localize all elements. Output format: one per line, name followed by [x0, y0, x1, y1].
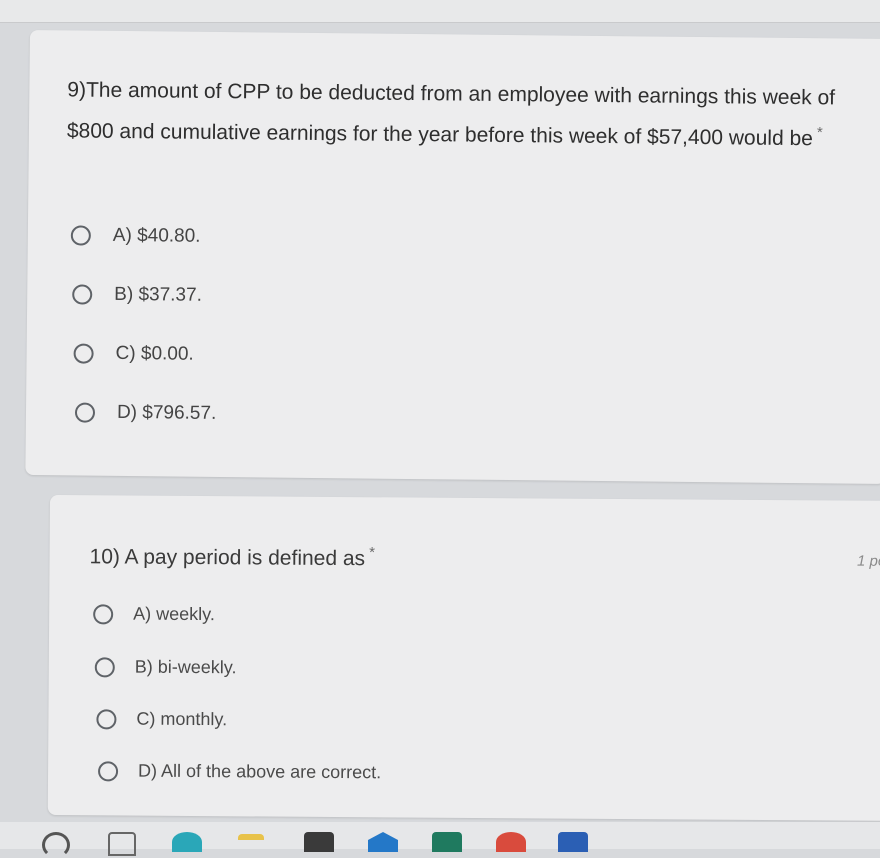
- chrome-icon[interactable]: [172, 832, 202, 852]
- question-title: 10) A pay period is defined as *: [89, 533, 689, 578]
- search-icon[interactable]: [42, 832, 70, 858]
- word-icon[interactable]: [558, 832, 588, 852]
- top-strip: [0, 0, 880, 23]
- app-icon[interactable]: [432, 832, 462, 852]
- question-text: 9)The amount of CPP to be deducted from …: [66, 78, 836, 151]
- radio-button[interactable]: [72, 284, 93, 305]
- points-label: 1 poi: [856, 552, 880, 570]
- option-b[interactable]: B) $37.37.: [72, 283, 202, 306]
- option-d[interactable]: D) All of the above are correct.: [98, 760, 381, 783]
- option-label: C) $0.00.: [115, 342, 194, 365]
- mail-icon[interactable]: [368, 832, 398, 852]
- question-card-10: 10) A pay period is defined as * 1 poi A)…: [47, 495, 880, 821]
- radio-button[interactable]: [96, 708, 117, 729]
- radio-button[interactable]: [73, 343, 94, 364]
- chrome-browser-icon[interactable]: [496, 832, 526, 852]
- radio-button[interactable]: [70, 225, 91, 246]
- file-explorer-icon[interactable]: [238, 834, 264, 840]
- option-c[interactable]: C) monthly.: [96, 708, 227, 730]
- taskbar: [0, 822, 880, 858]
- option-label: C) monthly.: [136, 708, 228, 730]
- store-icon[interactable]: [304, 832, 334, 852]
- required-asterisk: *: [369, 544, 376, 562]
- question-text: 10) A pay period is defined as: [89, 545, 366, 571]
- radio-button[interactable]: [98, 760, 119, 781]
- radio-button[interactable]: [74, 402, 96, 423]
- option-label: D) $796.57.: [116, 401, 217, 424]
- option-label: D) All of the above are correct.: [138, 760, 382, 783]
- option-label: A) $40.80.: [112, 224, 201, 247]
- radio-button[interactable]: [93, 603, 114, 624]
- option-label: A) weekly.: [133, 603, 215, 625]
- option-label: B) $37.37.: [114, 283, 203, 306]
- required-asterisk: *: [816, 124, 823, 142]
- question-title: 9)The amount of CPP to be deducted from …: [67, 72, 868, 156]
- option-c[interactable]: C) $0.00.: [73, 342, 194, 365]
- option-a[interactable]: A) weekly.: [93, 603, 215, 625]
- option-a[interactable]: A) $40.80.: [70, 224, 201, 247]
- option-b[interactable]: B) bi-weekly.: [94, 656, 237, 678]
- radio-button[interactable]: [94, 656, 115, 677]
- question-card-9: 9)The amount of CPP to be deducted from …: [25, 30, 880, 484]
- option-label: B) bi-weekly.: [134, 656, 237, 678]
- option-d[interactable]: D) $796.57.: [74, 401, 217, 424]
- task-view-icon[interactable]: [108, 832, 136, 856]
